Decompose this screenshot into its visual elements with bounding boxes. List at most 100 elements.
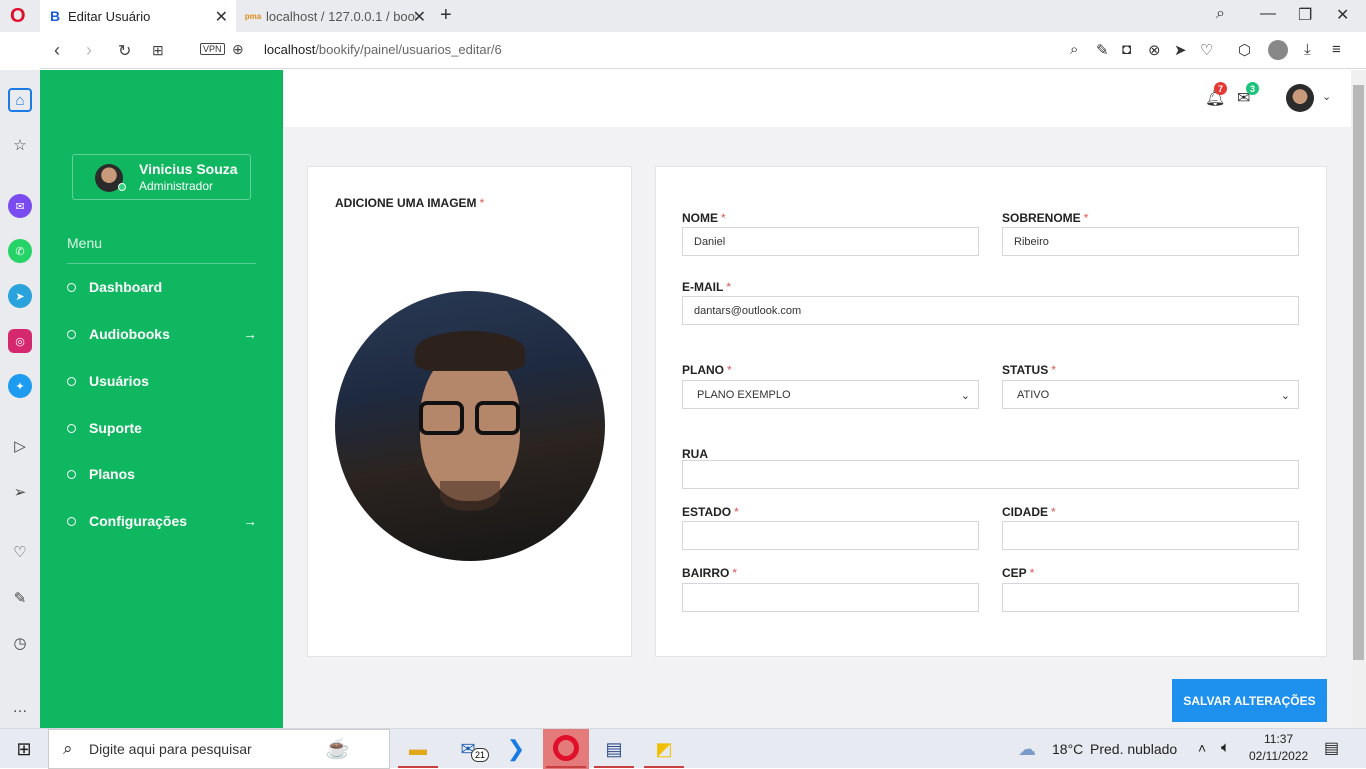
heart-icon[interactable]: ♡	[8, 540, 32, 564]
bairro-input[interactable]	[682, 583, 979, 612]
home-icon[interactable]: ⌂	[8, 88, 32, 112]
new-tab-icon[interactable]: +	[440, 4, 452, 27]
weather-desc[interactable]: Pred. nublado	[1090, 741, 1177, 757]
telegram-icon[interactable]: ➤	[8, 284, 32, 308]
browser-address-bar: ‹ › ↻ ⊞ VPN ⊕ localhost/bookify/painel/u…	[40, 32, 1366, 69]
download-icon[interactable]: ⤓	[1304, 41, 1311, 58]
email-input[interactable]: dantars@outlook.com	[682, 296, 1299, 325]
opera-taskbar-item[interactable]	[543, 729, 589, 769]
edit-icon[interactable]: ✎	[8, 586, 32, 610]
label-text: RUA	[682, 447, 708, 461]
phpmyadmin-favicon-icon: pma	[244, 11, 262, 21]
estado-input[interactable]	[682, 521, 979, 550]
status-select[interactable]: ATIVO ⌄	[1002, 380, 1299, 409]
save-button[interactable]: SALVAR ALTERAÇÕES	[1172, 679, 1327, 722]
sticky-notes-icon[interactable]: ◩	[650, 735, 678, 763]
more-icon[interactable]: …	[8, 695, 32, 719]
edit-icon[interactable]: ✎	[1096, 41, 1109, 59]
reload-icon[interactable]: ↻	[118, 41, 131, 61]
profile-role: Administrador	[139, 179, 214, 193]
required-mark: *	[726, 280, 731, 294]
taskbar-search-input[interactable]: ⌕ Digite aqui para pesquisar ☕	[48, 729, 390, 769]
star-icon[interactable]: ☆	[8, 133, 32, 157]
notifications-center-icon[interactable]: ▤	[1324, 738, 1339, 758]
close-window-icon[interactable]: ✕	[1336, 5, 1349, 25]
search-page-icon[interactable]: ⌕	[1070, 41, 1078, 58]
cidade-input[interactable]	[1002, 521, 1299, 550]
close-icon[interactable]: ✕	[215, 7, 228, 27]
forward-icon[interactable]: ›	[86, 40, 92, 61]
cep-input[interactable]	[1002, 583, 1299, 612]
plano-select[interactable]: PLANO EXEMPLO ⌄	[682, 380, 979, 409]
nome-input[interactable]: Daniel	[682, 227, 979, 256]
search-tabs-icon[interactable]: ⌕	[1216, 5, 1225, 23]
speaker-icon[interactable]: 🔈︎	[1221, 739, 1230, 756]
app-window-icon[interactable]: ▤	[600, 735, 628, 763]
block-icon[interactable]: ⊗	[1148, 41, 1161, 59]
user-avatar[interactable]	[1286, 84, 1314, 112]
sidebar-item-configuracoes[interactable]: Configurações →	[67, 509, 257, 533]
sidebar-item-dashboard[interactable]: Dashboard	[67, 275, 257, 299]
vpn-badge[interactable]: VPN	[200, 43, 225, 55]
sobrenome-input[interactable]: Ribeiro	[1002, 227, 1299, 256]
required-mark: *	[1029, 566, 1035, 580]
close-icon[interactable]: ✕	[413, 7, 426, 27]
player-icon[interactable]: ▷	[8, 434, 32, 458]
opera-logo-icon[interactable]: O	[10, 6, 30, 26]
mail-count-badge: 21	[471, 748, 489, 762]
scrollbar-thumb[interactable]	[1353, 85, 1364, 660]
whatsapp-icon[interactable]: ✆	[8, 239, 32, 263]
chevron-up-icon[interactable]: ˄	[1198, 740, 1206, 756]
tab-editar-usuario[interactable]: B Editar Usuário ✕	[40, 0, 236, 32]
menu-icon[interactable]: ≡	[1332, 41, 1341, 58]
rua-input[interactable]	[682, 460, 1299, 489]
profile-name: Vinicius Souza	[139, 161, 238, 177]
clock-time[interactable]: 11:37	[1264, 732, 1293, 746]
circle-icon	[67, 469, 76, 479]
profile-photo[interactable]	[335, 291, 605, 561]
weather-cloud-icon[interactable]: ☁	[1018, 739, 1036, 760]
tab-phpmyadmin[interactable]: pma localhost / 127.0.0.1 / book ✕	[238, 0, 434, 32]
required-mark: *	[479, 196, 485, 210]
sidebar-item-label: Usuários	[89, 373, 149, 389]
globe-icon: ⊕	[232, 41, 244, 57]
search-highlight-icon: ☕	[325, 738, 350, 760]
restore-icon[interactable]: ❐	[1298, 5, 1312, 25]
sidebar-item-label: Suporte	[89, 420, 142, 436]
sobrenome-label: SOBRENOME *	[1002, 211, 1088, 225]
sidebar-item-audiobooks[interactable]: Audiobooks →	[67, 322, 257, 346]
vscode-icon[interactable]: ❯	[502, 735, 530, 763]
profile-icon[interactable]	[1268, 40, 1288, 60]
send-icon[interactable]: ➢	[8, 480, 32, 504]
weather-temp[interactable]: 18°C	[1052, 741, 1083, 757]
url-field[interactable]: localhost/bookify/painel/usuarios_editar…	[264, 42, 502, 57]
required-mark: *	[721, 211, 726, 225]
profile-card[interactable]: Vinicius Souza Administrador	[72, 154, 251, 200]
windows-start-icon[interactable]: ⊞	[10, 735, 38, 763]
sidebar-item-planos[interactable]: Planos	[67, 462, 257, 486]
instagram-icon[interactable]: ◎	[8, 329, 32, 353]
email-label: E-MAIL *	[682, 280, 731, 294]
file-explorer-icon[interactable]: ▬	[404, 735, 432, 763]
menu-title: Menu	[67, 235, 103, 251]
circle-icon	[67, 423, 76, 433]
arrow-right-icon: →	[243, 513, 257, 529]
chevron-down-icon[interactable]: ⌄	[1322, 90, 1331, 103]
nome-label: NOME *	[682, 211, 726, 225]
minimize-icon[interactable]: —	[1260, 5, 1276, 23]
clock-date[interactable]: 02/11/2022	[1249, 749, 1308, 763]
tabs-grid-icon[interactable]: ⊞	[152, 42, 164, 59]
cube-icon[interactable]: ⬡	[1238, 41, 1251, 59]
label-text: NOME	[682, 211, 718, 225]
history-icon[interactable]: ◷	[8, 631, 32, 655]
twitter-icon[interactable]: ✦	[8, 374, 32, 398]
beard-shape	[440, 481, 500, 511]
messenger-icon[interactable]: ✉	[8, 194, 32, 218]
sidebar-item-suporte[interactable]: Suporte	[67, 416, 257, 440]
sidebar-item-usuarios[interactable]: Usuários	[67, 369, 257, 393]
send-icon[interactable]: ➤	[1174, 41, 1187, 59]
camera-icon[interactable]: ◘	[1122, 41, 1131, 58]
heart-icon[interactable]: ♡	[1200, 41, 1213, 59]
back-icon[interactable]: ‹	[54, 40, 60, 61]
windows-taskbar: ⊞ ⌕ Digite aqui para pesquisar ☕ ▬ ✉ 21 …	[0, 728, 1366, 769]
